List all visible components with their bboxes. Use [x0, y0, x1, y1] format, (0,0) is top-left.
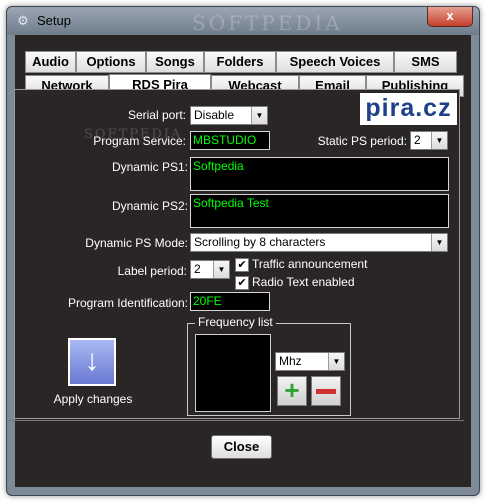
- serial-port-value: Disable: [194, 108, 235, 122]
- watermark-logo: SOFTPEDIA: [192, 11, 343, 35]
- footer-divider: [8, 420, 464, 421]
- label-period-value: 2: [194, 262, 201, 276]
- program-service-input[interactable]: MBSTUDIO: [190, 131, 270, 150]
- program-identification-label: Program Identification:: [67, 296, 188, 310]
- program-identification-input[interactable]: 20FE: [190, 292, 270, 311]
- plus-icon: +: [284, 375, 300, 405]
- traffic-announcement-checkbox[interactable]: ✔: [235, 258, 249, 272]
- dynamic-ps-mode-label: Dynamic PS Mode:: [85, 236, 188, 250]
- tab-audio[interactable]: Audio: [25, 51, 76, 73]
- radio-text-label: Radio Text enabled: [252, 275, 355, 289]
- dynamic-ps2-input[interactable]: Softpedia Test: [190, 194, 449, 228]
- title-bar[interactable]: ⚙ Setup SOFTPEDIA x: [7, 7, 479, 35]
- watermark-logo: SOFTPEDIA: [84, 127, 183, 142]
- chevron-down-icon: ▼: [251, 107, 267, 124]
- frequency-unit-value: Mhz: [279, 354, 302, 368]
- dynamic-ps1-input[interactable]: Softpedia: [190, 157, 449, 191]
- remove-frequency-button[interactable]: [311, 376, 341, 406]
- traffic-announcement-label: Traffic announcement: [252, 257, 368, 271]
- apply-changes-label: Apply changes: [53, 392, 133, 406]
- tab-songs[interactable]: Songs: [146, 51, 204, 73]
- radio-text-checkbox[interactable]: ✔: [235, 276, 249, 290]
- gear-icon: ⚙: [17, 13, 29, 28]
- add-frequency-button[interactable]: +: [277, 376, 307, 406]
- apply-changes-button[interactable]: ↓: [68, 338, 116, 386]
- tab-speech-voices[interactable]: Speech Voices: [276, 51, 394, 73]
- dynamic-ps-mode-value: Scrolling by 8 characters: [194, 235, 326, 249]
- tab-options[interactable]: Options: [76, 51, 146, 73]
- label-period-label: Label period:: [117, 264, 187, 278]
- close-button[interactable]: Close: [211, 435, 272, 459]
- frequency-list-legend: Frequency list: [195, 315, 276, 329]
- static-ps-period-select[interactable]: 2 ▼: [410, 131, 448, 150]
- arrow-down-icon: ↓: [84, 344, 100, 377]
- static-ps-period-label: Static PS period:: [317, 134, 407, 148]
- close-icon: x: [446, 8, 454, 23]
- static-ps-period-value: 2: [414, 133, 421, 147]
- chevron-down-icon: ▼: [431, 234, 447, 251]
- tab-row-1: Audio Options Songs Folders Speech Voices SMS: [25, 51, 457, 73]
- serial-port-select[interactable]: Disable ▼: [190, 106, 268, 125]
- chevron-down-icon: ▼: [431, 132, 447, 149]
- window-close-button[interactable]: x: [427, 7, 473, 27]
- chevron-down-icon: ▼: [328, 353, 344, 370]
- pira-logo: pira.cz: [360, 93, 457, 125]
- tab-sms[interactable]: SMS: [394, 51, 457, 73]
- dynamic-ps1-label: Dynamic PS1:: [111, 160, 188, 174]
- dynamic-ps-mode-select[interactable]: Scrolling by 8 characters ▼: [190, 233, 448, 252]
- tab-folders[interactable]: Folders: [204, 51, 276, 73]
- frequency-unit-select[interactable]: Mhz ▼: [275, 352, 345, 371]
- label-period-select[interactable]: 2 ▼: [190, 260, 230, 279]
- frequency-list[interactable]: [195, 334, 271, 412]
- serial-port-label: Serial port:: [127, 108, 186, 122]
- minus-icon: [316, 389, 336, 394]
- window-title: Setup: [37, 13, 71, 28]
- chevron-down-icon: ▼: [213, 261, 229, 278]
- frequency-list-group: Frequency list Mhz ▼ +: [187, 315, 351, 416]
- dynamic-ps2-label: Dynamic PS2:: [111, 199, 188, 213]
